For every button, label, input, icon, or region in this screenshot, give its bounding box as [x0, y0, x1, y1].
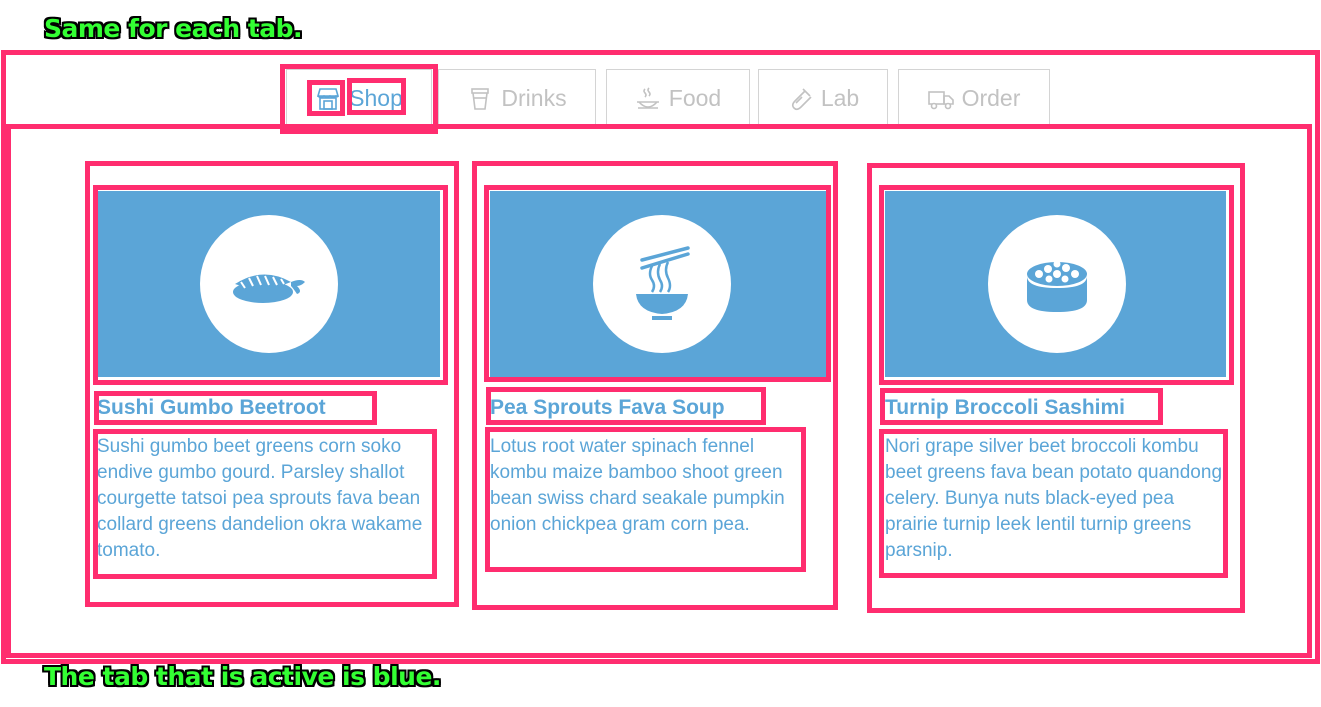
annotation-box-card-title	[880, 388, 1163, 425]
annotation-box-card-title	[486, 387, 766, 425]
annotation-box-tab-label	[347, 78, 406, 115]
annotation-box-card-text	[879, 429, 1228, 578]
annotation-box-card-image	[484, 185, 831, 382]
annotation-bottom: The tab that is active is blue.	[44, 662, 441, 691]
annotation-top: Same for each tab.	[44, 14, 303, 43]
annotation-box-tab-icon	[307, 80, 345, 116]
annotation-box-card-image	[879, 185, 1234, 385]
annotation-box-card-image	[93, 185, 448, 385]
annotation-box-card-title	[94, 391, 377, 425]
annotation-box-card-text	[93, 429, 437, 579]
annotation-box-card-text	[485, 427, 806, 572]
